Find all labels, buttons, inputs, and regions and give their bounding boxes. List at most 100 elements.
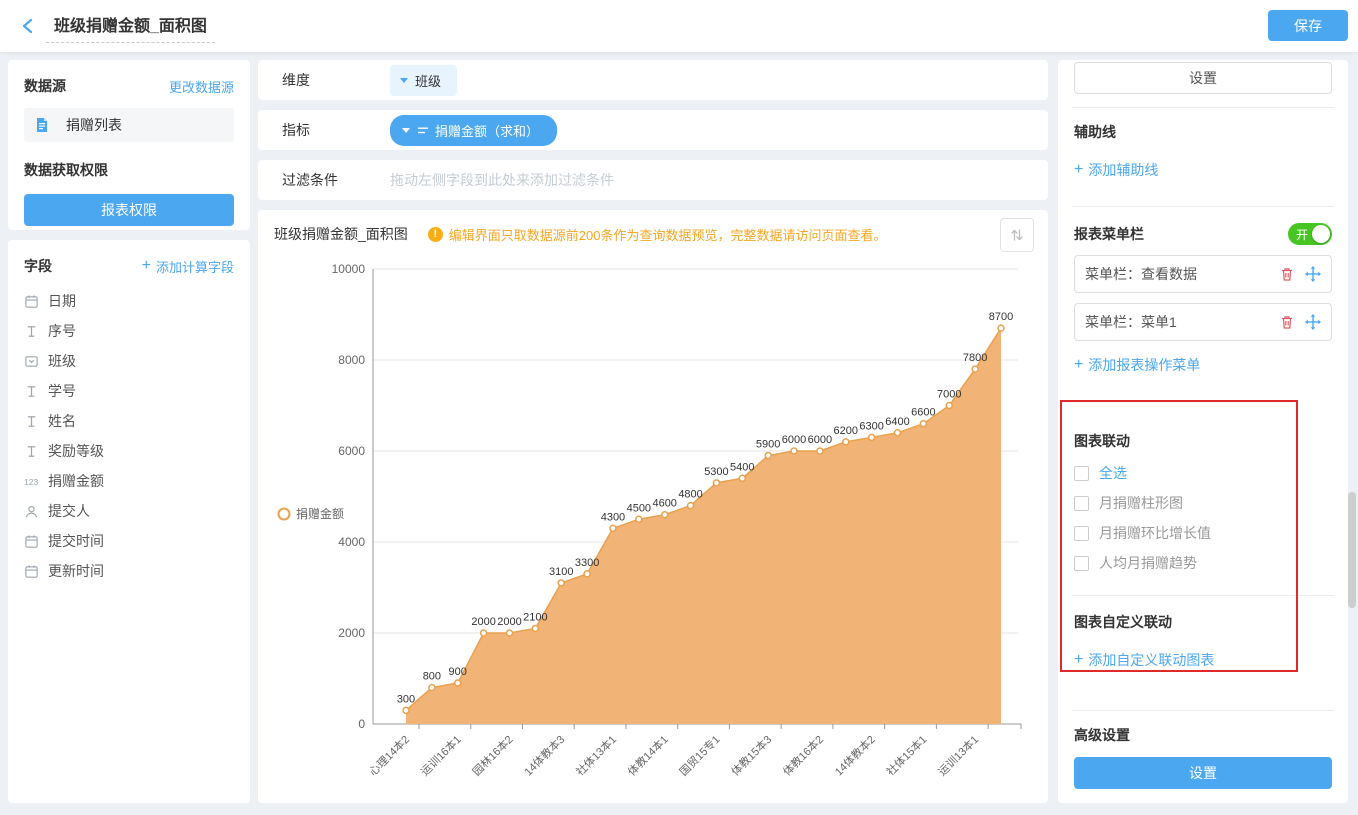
calendar-icon [24,564,48,579]
datasource-item-label: 捐赠列表 [66,115,122,135]
fields-title: 字段 [24,256,52,276]
save-button[interactable]: 保存 [1268,10,1348,41]
svg-text:900: 900 [449,666,467,678]
scrollbar-thumb[interactable] [1348,492,1356,608]
add-icon [1074,162,1083,178]
caret-down-icon [402,128,410,133]
svg-text:国贸15专1: 国贸15专1 [676,732,722,778]
linkage-option[interactable]: 人均月捐赠趋势 [1074,555,1332,571]
linkage-option[interactable]: 月捐赠柱形图 [1074,495,1332,511]
fields-panel: 字段 添加计算字段 日期序号班级学号姓名奖励等级 123捐赠金额提交人提交时间更新… [8,240,250,803]
datasource-title: 数据源 [24,76,66,96]
svg-text:5900: 5900 [756,439,780,451]
checkbox-icon[interactable] [1074,466,1089,481]
text-icon [24,324,48,339]
settings-panel: 设置 辅助线 添加辅助线 报表菜单栏 开 菜单栏：查看数据菜单栏：菜单1 添加报… [1058,60,1348,803]
warning-banner: 编辑界面只取数据源前200条作为查询数据预览，完整数据请访问页面查看。 [428,225,887,244]
field-label: 日期 [48,291,76,311]
svg-text:2000: 2000 [471,616,495,628]
area-chart[interactable]: 0200040006000800010000300800900200020002… [268,256,1038,791]
advanced-settings-title: 高级设置 [1074,725,1332,745]
move-icon[interactable] [1305,314,1321,330]
svg-text:300: 300 [397,693,415,705]
custom-linkage-title: 图表自定义联动 [1074,612,1332,632]
svg-text:0: 0 [358,717,365,731]
svg-text:7800: 7800 [963,352,987,364]
linkage-options-list: 全选月捐赠柱形图月捐赠环比增长值人均月捐赠趋势 [1074,465,1332,571]
report-permission-button[interactable]: 报表权限 [24,194,234,226]
text-icon [24,414,48,429]
chart-title: 班级捐赠金额_面积图 [274,224,408,244]
aux-line-title: 辅助线 [1074,122,1332,142]
sort-icon [1009,227,1025,243]
delete-icon[interactable] [1279,314,1295,330]
field-item[interactable]: 提交人 [24,496,234,526]
datasource-panel: 数据源 更改数据源 捐赠列表 数据获取权限 报表权限 [8,60,250,230]
menu-items-list: 菜单栏：查看数据菜单栏：菜单1 [1074,255,1332,341]
add-report-menu-link[interactable]: 添加报表操作菜单 [1074,355,1332,375]
field-item[interactable]: 序号 [24,316,234,346]
linkage-title: 图表联动 [1074,431,1332,451]
number-icon: 123 [24,475,48,487]
linkage-option-label: 月捐赠环比增长值 [1099,523,1211,543]
fields-list: 日期序号班级学号姓名奖励等级 123捐赠金额提交人提交时间更新时间 [24,286,234,586]
checkbox-icon[interactable] [1074,556,1089,571]
svg-text:4800: 4800 [678,489,702,501]
sort-button[interactable] [1000,218,1034,252]
field-item[interactable]: 提交时间 [24,526,234,556]
calendar-icon [24,294,48,309]
linkage-option-label: 月捐赠柱形图 [1099,493,1183,513]
add-icon [1074,357,1083,373]
svg-text:社体13本1: 社体13本1 [573,732,619,778]
datasource-item[interactable]: 捐赠列表 [24,108,234,142]
menu-bar-item: 菜单栏：查看数据 [1074,255,1332,293]
field-label: 更新时间 [48,561,104,581]
change-datasource-link[interactable]: 更改数据源 [169,77,234,96]
svg-text:2100: 2100 [523,611,547,623]
back-button[interactable] [12,9,46,43]
add-icon [142,258,151,274]
text-icon [24,444,48,459]
back-icon [19,16,39,36]
dimension-pill[interactable]: 班级 [390,65,457,96]
field-item[interactable]: 姓名 [24,406,234,436]
add-aux-line-link[interactable]: 添加辅助线 [1074,160,1332,180]
dimension-value: 班级 [415,71,441,90]
field-item[interactable]: 更新时间 [24,556,234,586]
checkbox-icon[interactable] [1074,526,1089,541]
svg-text:10000: 10000 [332,262,366,276]
field-item[interactable]: 班级 [24,346,234,376]
field-item[interactable]: 学号 [24,376,234,406]
field-label: 奖励等级 [48,441,104,461]
menu-bar-title: 报表菜单栏 [1074,224,1144,244]
field-item[interactable]: 奖励等级 [24,436,234,466]
text-icon [24,384,48,399]
svg-text:4600: 4600 [652,498,676,510]
linkage-option-label: 人均月捐赠趋势 [1099,553,1197,573]
move-icon[interactable] [1305,266,1321,282]
svg-text:8000: 8000 [338,353,365,367]
menu-bar-toggle[interactable]: 开 [1288,223,1332,245]
settings-button[interactable]: 设置 [1074,62,1332,94]
filter-row[interactable]: 过滤条件 拖动左侧字段到此处来添加过滤条件 [258,160,1048,200]
advanced-settings-button[interactable]: 设置 [1074,757,1332,789]
delete-icon[interactable] [1279,266,1295,282]
permission-title: 数据获取权限 [24,160,234,180]
svg-text:社体15本1: 社体15本1 [883,732,929,778]
field-label: 提交时间 [48,531,104,551]
filter-placeholder: 拖动左侧字段到此处来添加过滤条件 [390,170,614,190]
svg-text:6000: 6000 [338,444,365,458]
field-label: 班级 [48,351,76,371]
linkage-option[interactable]: 全选 [1074,465,1332,481]
field-label: 姓名 [48,411,76,431]
svg-text:6400: 6400 [885,416,909,428]
linkage-option[interactable]: 月捐赠环比增长值 [1074,525,1332,541]
dimension-row: 维度 班级 [258,60,1048,100]
add-calc-field-link[interactable]: 添加计算字段 [142,257,234,276]
field-item[interactable]: 123捐赠金额 [24,466,234,496]
metric-pill[interactable]: 捐赠金额（求和） [390,115,557,146]
field-item[interactable]: 日期 [24,286,234,316]
add-custom-linkage-link[interactable]: 添加自定义联动图表 [1074,650,1332,670]
checkbox-icon[interactable] [1074,496,1089,511]
svg-text:14体教本3: 14体教本3 [521,732,567,778]
